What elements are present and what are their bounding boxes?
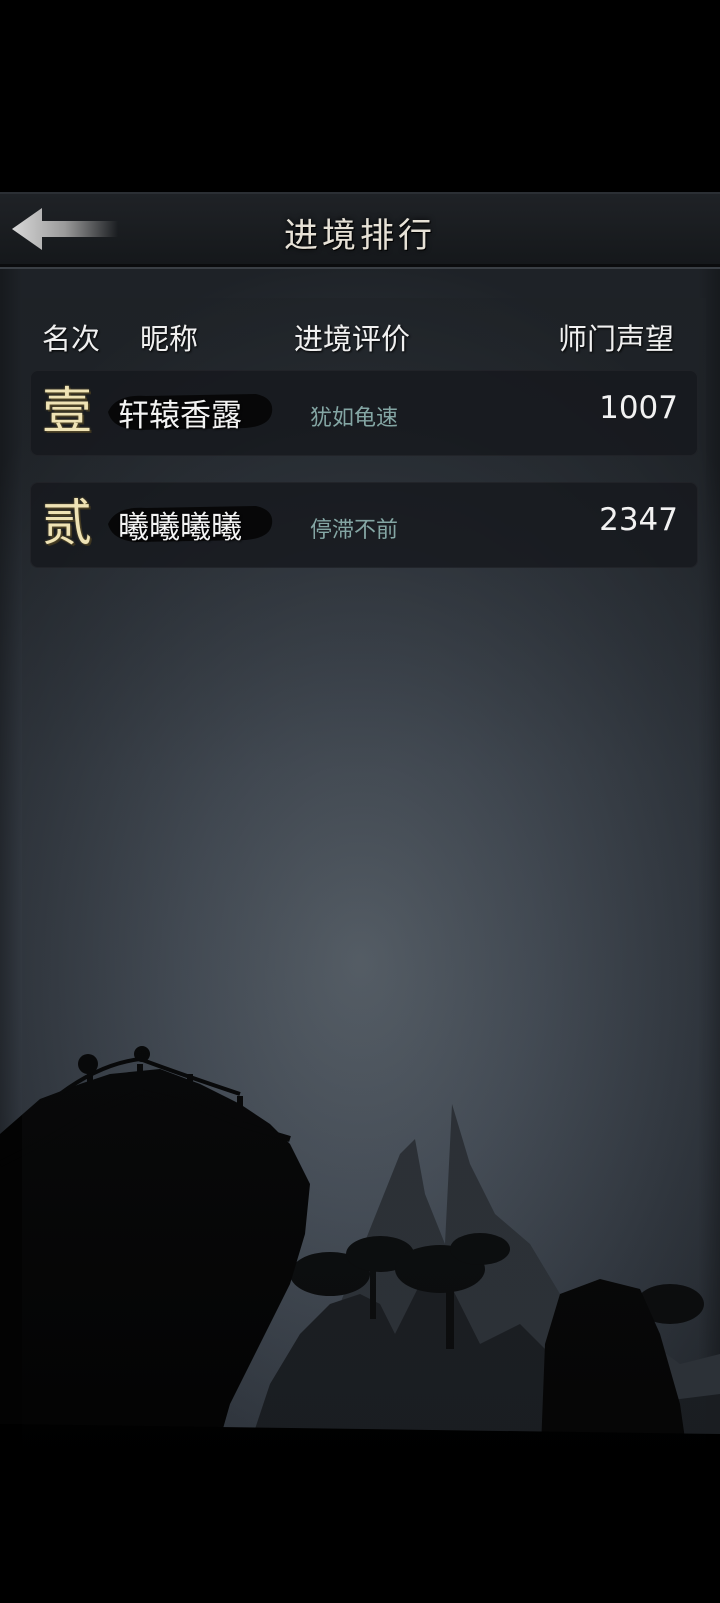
ranking-row[interactable]: 贰 曦曦曦曦 停滞不前 2347: [30, 482, 698, 568]
player-nickname: 曦曦曦曦: [118, 510, 242, 546]
ranking-row[interactable]: 壹 轩辕香露 犹如龟速 1007: [30, 370, 698, 456]
evaluation-text: 犹如龟速: [310, 406, 399, 431]
player-nickname: 轩辕香露: [118, 398, 242, 434]
column-header-reputation: 师门声望: [557, 322, 674, 356]
rank-numeral: 贰: [42, 494, 92, 552]
column-headers: 名次 昵称 进境评价 师门声望: [22, 316, 706, 360]
nickname-cell: 曦曦曦曦: [106, 498, 276, 546]
column-header-evaluation: 进境评价: [294, 322, 411, 356]
top-bar: 进境排行: [0, 192, 720, 267]
app-root: 进境排行 名次 昵称 进境评价 师门声望 壹 轩辕香露 犹如龟速 1007 贰: [0, 0, 720, 1603]
rank-numeral: 壹: [42, 382, 92, 440]
reputation-value: 1007: [599, 390, 678, 426]
nickname-cell: 轩辕香露: [106, 386, 276, 434]
ranking-panel: 名次 昵称 进境评价 师门声望 壹 轩辕香露 犹如龟速 1007 贰 曦曦曦曦: [22, 298, 706, 1478]
page-title: 进境排行: [284, 216, 436, 256]
column-header-rank: 名次: [42, 322, 101, 356]
reputation-value: 2347: [599, 502, 678, 538]
evaluation-text: 停滞不前: [310, 518, 399, 543]
column-header-nickname: 昵称: [140, 322, 199, 356]
